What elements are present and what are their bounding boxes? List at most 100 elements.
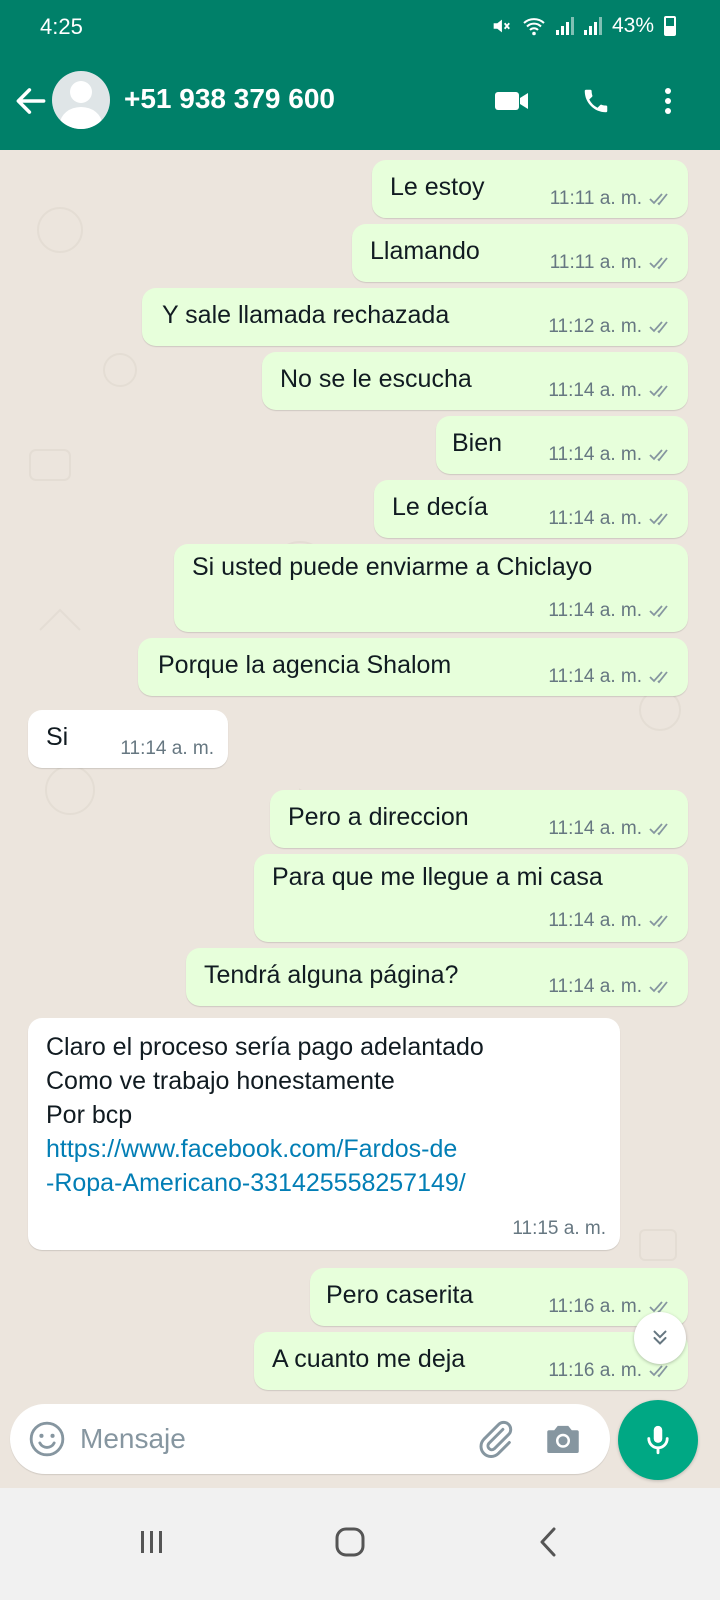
message-bubble-incoming[interactable]: Claro el proceso sería pago adelantado C…	[28, 1018, 620, 1250]
battery-percent: 43%	[611, 14, 654, 37]
message-meta: 11:12 a. m.	[548, 316, 674, 338]
message-time: 11:14 a. m.	[548, 976, 642, 997]
message-text: Pero a direccion	[288, 803, 469, 831]
message-link[interactable]: -Ropa-Americano-331425558257149/	[46, 1166, 466, 1200]
chat-header: +51 938 379 600	[0, 68, 720, 132]
mute-icon	[493, 19, 510, 33]
message-meta: 11:11 a. m.	[550, 188, 674, 210]
message-meta: 11:14 a. m.	[548, 976, 674, 998]
microphone-icon	[647, 1425, 669, 1455]
chat-area[interactable]: Le estoy 11:11 a. m. Llamando 11:11 a. m…	[0, 150, 720, 1402]
message-meta: 11:14 a. m.	[548, 666, 674, 688]
message-time: 11:14 a. m.	[120, 738, 214, 759]
message-meta: 11:14 a. m.	[548, 600, 674, 622]
message-time: 11:14 a. m.	[548, 910, 642, 931]
message-time: 11:12 a. m.	[548, 316, 642, 337]
message-text: Tendrá alguna página?	[204, 961, 459, 989]
message-time: 11:14 a. m.	[548, 600, 642, 621]
voice-call-icon[interactable]	[576, 82, 616, 120]
home-icon[interactable]	[320, 1512, 380, 1572]
message-input[interactable]	[80, 1416, 460, 1462]
attach-paperclip-icon[interactable]	[474, 1418, 516, 1460]
read-ticks-icon	[649, 321, 668, 334]
message-text: Le decía	[392, 493, 488, 521]
message-time: 11:14 a. m.	[548, 444, 642, 465]
message-time: 11:11 a. m.	[549, 188, 642, 209]
message-time: 11:14 a. m.	[548, 380, 642, 401]
emoji-icon[interactable]	[28, 1420, 66, 1458]
message-bubble-outgoing[interactable]: Pero caserita 11:16 a. m.	[310, 1268, 688, 1326]
message-time: 11:16 a. m.	[548, 1296, 642, 1317]
message-text-line: Por bcp	[46, 1101, 133, 1129]
message-text-line: Claro el proceso sería pago adelantado	[46, 1033, 484, 1061]
message-text: Si	[46, 723, 69, 751]
message-text: No se le escucha	[280, 365, 472, 393]
signal-1-icon	[555, 17, 574, 35]
message-bubble-outgoing[interactable]: Llamando 11:11 a. m.	[352, 224, 688, 282]
message-meta: 11:14 a. m.	[548, 380, 674, 402]
read-ticks-icon	[649, 915, 668, 928]
message-text: Bien	[452, 429, 503, 457]
message-composer	[10, 1404, 610, 1474]
wifi-icon	[523, 18, 545, 36]
read-ticks-icon	[649, 671, 668, 684]
status-time: 4:25	[40, 14, 83, 39]
video-call-icon[interactable]	[492, 82, 532, 120]
avatar[interactable]	[52, 71, 110, 129]
message-meta: 11:11 a. m.	[550, 252, 674, 274]
read-ticks-icon	[649, 1365, 668, 1378]
message-meta: 11:14 a. m.	[548, 818, 674, 840]
message-time: 11:14 a. m.	[548, 666, 642, 687]
message-time: 11:15 a. m.	[512, 1218, 606, 1239]
read-ticks-icon	[649, 513, 668, 526]
message-time: 11:11 a. m.	[549, 252, 642, 273]
message-time: 11:16 a. m.	[548, 1360, 642, 1381]
message-bubble-outgoing[interactable]: Le estoy 11:11 a. m.	[372, 160, 688, 218]
scroll-to-bottom-button[interactable]	[634, 1312, 686, 1364]
message-bubble-outgoing[interactable]: Le decía 11:14 a. m.	[374, 480, 688, 538]
read-ticks-icon	[649, 823, 668, 836]
message-text: Pero caserita	[326, 1281, 474, 1309]
message-bubble-outgoing[interactable]: Tendrá alguna página? 11:14 a. m.	[186, 948, 688, 1006]
message-time: 11:14 a. m.	[548, 508, 642, 529]
message-bubble-outgoing[interactable]: Para que me llegue a mi casa 11:14 a. m.	[254, 854, 688, 942]
read-ticks-icon	[649, 981, 668, 994]
message-meta: 11:14 a. m.	[120, 738, 214, 760]
message-bubble-outgoing[interactable]: Porque la agencia Shalom 11:14 a. m.	[138, 638, 688, 696]
message-text-line: Como ve trabajo honestamente	[46, 1067, 395, 1095]
message-meta: 11:14 a. m.	[548, 444, 674, 466]
message-bubble-outgoing[interactable]: Bien 11:14 a. m.	[436, 416, 688, 474]
message-bubble-outgoing[interactable]: A cuanto me deja 11:16 a. m.	[254, 1332, 688, 1390]
read-ticks-icon	[649, 193, 668, 206]
message-meta: 11:14 a. m.	[548, 508, 674, 530]
message-link[interactable]: https://www.facebook.com/Fardos-de	[46, 1132, 457, 1166]
read-ticks-icon	[649, 605, 668, 618]
camera-icon[interactable]	[542, 1418, 584, 1460]
voice-message-button[interactable]	[618, 1400, 698, 1480]
back-nav-icon[interactable]	[518, 1512, 578, 1572]
message-bubble-outgoing[interactable]: No se le escucha 11:14 a. m.	[262, 352, 688, 410]
read-ticks-icon	[649, 449, 668, 462]
top-bar: 4:25 43% +51 938 379 600	[0, 0, 720, 150]
double-chevron-down-icon	[653, 1330, 667, 1345]
message-text: Si usted puede enviarme a Chiclayo	[192, 553, 593, 581]
more-options-icon[interactable]	[648, 82, 688, 120]
message-meta: 11:14 a. m.	[548, 910, 674, 932]
recent-apps-icon[interactable]	[122, 1512, 182, 1572]
message-text: Y sale llamada rechazada	[162, 301, 450, 329]
message-text: Llamando	[370, 237, 480, 265]
message-text: Porque la agencia Shalom	[158, 651, 452, 679]
message-text: Le estoy	[390, 173, 485, 201]
message-bubble-incoming[interactable]: Si 11:14 a. m.	[28, 710, 228, 768]
message-bubble-outgoing[interactable]: Pero a direccion 11:14 a. m.	[270, 790, 688, 848]
message-time: 11:14 a. m.	[548, 818, 642, 839]
back-arrow-icon[interactable]	[12, 82, 50, 120]
message-bubble-outgoing[interactable]: Si usted puede enviarme a Chiclayo 11:14…	[174, 544, 688, 632]
message-text: A cuanto me deja	[272, 1345, 466, 1373]
status-icons: 43%	[490, 14, 676, 38]
system-navigation-bar	[0, 1488, 720, 1600]
message-bubble-outgoing[interactable]: Y sale llamada rechazada 11:12 a. m.	[142, 288, 688, 346]
read-ticks-icon	[649, 385, 668, 398]
message-text: Para que me llegue a mi casa	[272, 863, 603, 891]
contact-name[interactable]: +51 938 379 600	[124, 83, 335, 115]
